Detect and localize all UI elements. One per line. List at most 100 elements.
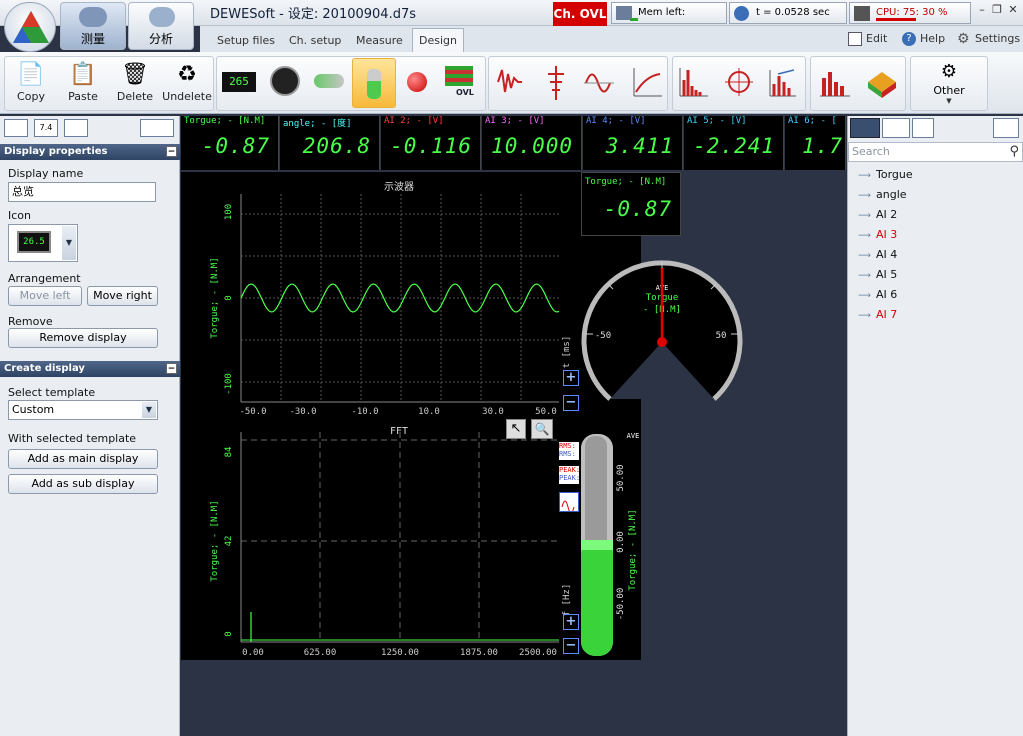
chevron-down-icon[interactable]: ▼ xyxy=(142,402,156,418)
edit-button[interactable]: Edit xyxy=(846,30,887,50)
horizontal-bar-button[interactable] xyxy=(312,58,346,106)
gauge-hub xyxy=(657,337,667,347)
meter-header: AI 5; - [V] xyxy=(687,116,747,126)
digital-meter[interactable]: AI 4; - [V] 3.411 xyxy=(583,116,683,170)
scope-graph[interactable]: 示波器 100 0 -100 Torgue; - [N.M] -50.0 -30… xyxy=(181,172,581,418)
other-button[interactable]: ⚙ Other ▼ xyxy=(916,60,982,108)
magnifier-icon[interactable]: 🔍 xyxy=(531,419,553,439)
display-name-field[interactable]: 总览 xyxy=(8,182,156,202)
digital-meter[interactable]: angle; - [度] 206.8 xyxy=(280,116,380,170)
channel-item[interactable]: ⟶ AI 6 xyxy=(858,286,897,304)
restore-icon[interactable]: ❐ xyxy=(990,3,1004,17)
cpu-icon xyxy=(854,6,870,21)
dewesoft-logo[interactable] xyxy=(4,2,56,52)
close-icon[interactable]: ✕ xyxy=(1006,3,1020,17)
delete-button[interactable]: 🗑 Delete xyxy=(110,58,160,108)
vertical-bar-meter[interactable]: AVE 50.00 0.00 -50.00 Torgue; - [N.M] xyxy=(577,426,645,662)
analysis-buttons xyxy=(672,56,806,111)
channel-item[interactable]: ⟶ AI 4 xyxy=(858,246,897,264)
indicator-lamp-button[interactable] xyxy=(400,58,434,106)
move-left-button[interactable]: Move left xyxy=(8,286,82,306)
mode-measure-button[interactable]: 测量 xyxy=(60,2,126,50)
overload-icon xyxy=(445,66,473,86)
channel-item[interactable]: ⟶ AI 5 xyxy=(858,266,897,284)
graph-view-icon[interactable] xyxy=(64,119,88,137)
channel-item[interactable]: ⟶ Torgue xyxy=(858,166,913,184)
remove-label: Remove xyxy=(8,315,53,328)
analog-meter-button[interactable] xyxy=(268,58,302,106)
remove-display-button[interactable]: Remove display xyxy=(8,328,158,348)
digital-view-icon[interactable]: 7.4 xyxy=(34,119,58,137)
sub-digital-meter[interactable]: Torgue; - [N.M] -0.87 xyxy=(581,172,681,236)
tab-ch-setup[interactable]: Ch. setup xyxy=(282,28,348,52)
channel-arrow-icon: ⟶ xyxy=(858,211,871,221)
template-select[interactable]: Custom ▼ xyxy=(8,400,158,420)
icon-selector[interactable]: 26.5 ▼ xyxy=(8,224,78,262)
fft-x-label: f [Hz] xyxy=(562,584,572,617)
vertical-bar-button[interactable] xyxy=(352,58,396,108)
list-view-icon[interactable] xyxy=(4,119,28,137)
memory-status: Mem left: 1245MB xyxy=(611,2,727,38)
zoom-in-icon[interactable]: + xyxy=(563,370,579,386)
digital-meter[interactable]: AI 3; - [V] 10.000 xyxy=(482,116,582,170)
settings-button[interactable]: ⚙ Settings xyxy=(955,30,1020,50)
graph-buttons-row1 xyxy=(488,56,668,111)
digital-meter[interactable]: AI 5; - [V] -2.241 xyxy=(684,116,784,170)
channel-item[interactable]: ⟶ AI 7 xyxy=(858,306,897,324)
channel-tree-icon[interactable] xyxy=(850,118,880,138)
channel-item[interactable]: ⟶ angle xyxy=(858,186,907,204)
digital-meter[interactable]: AI 6; - [ 1.7 xyxy=(785,116,846,170)
collapse-icon[interactable]: − xyxy=(166,146,177,157)
chevron-down-icon: ▼ xyxy=(946,97,952,105)
move-right-button[interactable]: Move right xyxy=(87,286,158,306)
cursor-icon[interactable]: ↖ xyxy=(506,419,526,439)
tab-measure[interactable]: Measure xyxy=(349,28,410,52)
help-button[interactable]: ? Help xyxy=(900,30,945,50)
ruler-icon[interactable] xyxy=(140,119,174,137)
collapse-icon[interactable]: − xyxy=(166,363,177,374)
tab-design[interactable]: Design xyxy=(412,28,464,52)
globe-icon xyxy=(734,6,749,21)
measure-mode-icon xyxy=(79,7,107,27)
channel-overload-indicator[interactable]: Ch. OVL xyxy=(553,2,607,26)
meter-header: AI 4; - [V] xyxy=(586,116,646,126)
rms-label-2: RMS: xyxy=(559,450,576,458)
digital-meter[interactable]: Torgue; - [N.M] -0.87 xyxy=(181,116,279,170)
panel-toggle-icon[interactable] xyxy=(993,118,1019,138)
tab-setup-files[interactable]: Setup files xyxy=(210,28,282,52)
minimize-icon[interactable]: – xyxy=(975,3,989,17)
meter-header: angle; - [度] xyxy=(283,119,352,129)
channel-item[interactable]: ⟶ AI 2 xyxy=(858,206,897,224)
template-value: Custom xyxy=(12,403,55,416)
harmonics-icon[interactable] xyxy=(559,492,579,514)
channel-arrow-icon: ⟶ xyxy=(858,311,871,321)
channel-list-icon[interactable] xyxy=(882,118,910,138)
peak-button[interactable]: PEAK: PEAK: xyxy=(559,466,579,484)
channel-name: AI 7 xyxy=(876,308,898,321)
digital-meter[interactable]: AI 2; - [V] -0.116 xyxy=(381,116,481,170)
channel-arrow-icon: ⟶ xyxy=(858,291,871,301)
pointer-icon[interactable] xyxy=(912,118,934,138)
search-input[interactable]: Search ⚲ xyxy=(848,142,1023,162)
vbar-tag: AVE xyxy=(627,432,640,440)
mode-measure-label: 测量 xyxy=(80,32,105,46)
analog-gauge[interactable]: AVE Torgue - [N.M] -50 50 xyxy=(581,256,745,406)
channel-item[interactable]: ⟶ AI 3 xyxy=(858,226,897,244)
add-sub-display-button[interactable]: Add as sub display xyxy=(8,474,158,494)
meter-header: AI 6; - [ xyxy=(788,116,837,126)
copy-button[interactable]: 📄 Copy xyxy=(6,58,56,108)
chevron-down-icon[interactable]: ▼ xyxy=(62,226,76,260)
undelete-button[interactable]: ♻ Undelete xyxy=(162,58,212,108)
paste-button[interactable]: 📋 Paste xyxy=(58,58,108,108)
add-main-display-button[interactable]: Add as main display xyxy=(8,449,158,469)
analysis-icons-svg xyxy=(679,68,796,97)
other-icon: ⚙ xyxy=(940,61,958,82)
search-icon[interactable]: ⚲ xyxy=(1009,143,1019,161)
mode-analysis-button[interactable]: 分析 xyxy=(128,2,194,50)
zoom-out-icon[interactable]: − xyxy=(563,395,579,411)
fft-graph[interactable]: FFT 84 42 0 Torgue; - [N.M] 0.00 625.00 … xyxy=(181,420,581,660)
rms-button[interactable]: RMS: RMS: xyxy=(559,442,579,460)
digital-meter-button[interactable]: 265 xyxy=(222,58,256,106)
overload-button[interactable]: OVL xyxy=(442,58,476,106)
indicator-lamp-icon xyxy=(407,72,427,92)
